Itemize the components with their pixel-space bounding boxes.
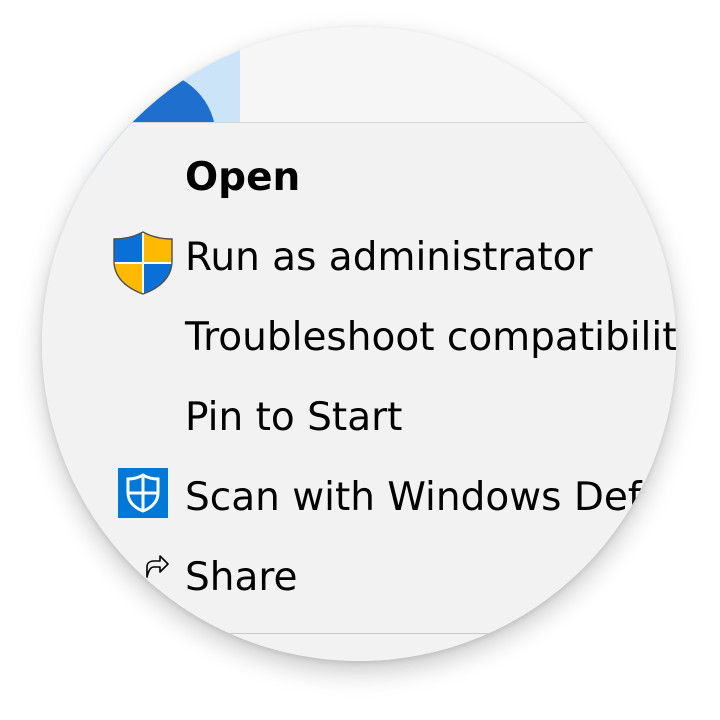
- menu-item-label: Scan with Windows Defe: [185, 475, 666, 520]
- menu-item-open[interactable]: Open: [42, 138, 676, 218]
- windows-defender-icon: [118, 468, 168, 518]
- share-icon: [146, 555, 169, 578]
- menu-item-label: Run as administrator: [185, 235, 593, 280]
- menu-item-share[interactable]: Share: [42, 538, 676, 618]
- context-menu: Open Run as administrator Troubleshoot c…: [42, 122, 676, 634]
- uac-shield-icon: [113, 231, 173, 295]
- menu-item-scan-with-windows-defender[interactable]: Scan with Windows Defe: [42, 458, 676, 538]
- menu-item-label: Share: [185, 555, 298, 600]
- menu-item-label: Pin to Start: [185, 395, 403, 440]
- menu-item-run-as-administrator[interactable]: Run as administrator: [42, 218, 676, 298]
- menu-item-pin-to-start[interactable]: Pin to Start: [42, 378, 676, 458]
- menu-item-label: Troubleshoot compatibility: [185, 315, 676, 360]
- menu-item-troubleshoot-compatibility[interactable]: Troubleshoot compatibility: [42, 298, 676, 378]
- menu-item-label: Open: [185, 155, 301, 200]
- magnifier-lens: Open Run as administrator Troubleshoot c…: [42, 27, 676, 661]
